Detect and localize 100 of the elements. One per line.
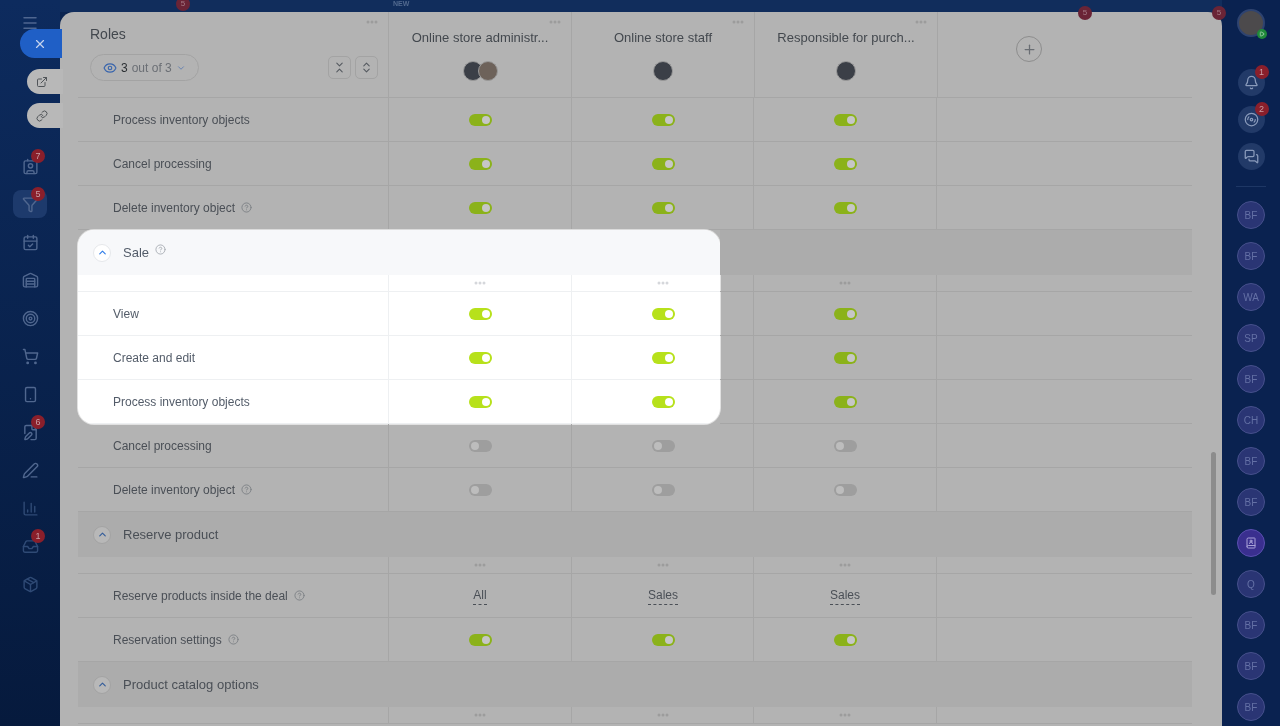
- contact-initials[interactable]: CH: [1237, 406, 1265, 434]
- nav-item[interactable]: 5: [13, 190, 47, 218]
- user-avatar[interactable]: [477, 60, 498, 81]
- package-icon: [21, 575, 39, 593]
- permission-toggle[interactable]: [651, 113, 675, 126]
- play-icon: [1257, 29, 1267, 39]
- contact-button[interactable]: [1237, 529, 1265, 557]
- permission-toggle[interactable]: [833, 351, 857, 364]
- contact-initials[interactable]: BF: [1237, 447, 1265, 475]
- permission-label: Cancel processing: [113, 437, 212, 455]
- more-icon[interactable]: [657, 281, 669, 285]
- permission-label: Reserve products inside the deal: [113, 587, 288, 605]
- help-icon[interactable]: [227, 634, 239, 645]
- permission-toggle[interactable]: [833, 483, 857, 496]
- permission-toggle[interactable]: [651, 633, 675, 646]
- permission-toggle[interactable]: [468, 633, 492, 646]
- menu-icon[interactable]: [21, 14, 39, 32]
- inbox-icon: [21, 537, 39, 555]
- permission-toggle[interactable]: [833, 633, 857, 646]
- contact-initials[interactable]: BF: [1237, 365, 1265, 393]
- copy-link-button[interactable]: [27, 103, 63, 128]
- contact-initials[interactable]: WA: [1237, 283, 1265, 311]
- chat-button[interactable]: [1237, 143, 1265, 170]
- user-avatar[interactable]: [653, 60, 673, 81]
- permission-toggle[interactable]: [651, 157, 675, 170]
- permission-label: Reservation settings: [113, 631, 222, 649]
- user-avatar[interactable]: [836, 60, 856, 81]
- permission-toggle[interactable]: [833, 439, 857, 452]
- document-pen-icon: [21, 423, 39, 441]
- help-icon[interactable]: [241, 202, 253, 213]
- contact-initials[interactable]: BF: [1237, 693, 1265, 721]
- help-icon[interactable]: [241, 484, 253, 495]
- permission-toggle[interactable]: [468, 395, 492, 408]
- nav-item[interactable]: 6: [13, 418, 47, 446]
- contact-initials[interactable]: BF: [1237, 652, 1265, 680]
- contact-initials[interactable]: BF: [1237, 201, 1265, 229]
- link-icon: [36, 109, 48, 122]
- roles-title: Roles: [90, 25, 127, 44]
- permission-toggle[interactable]: [651, 351, 675, 364]
- warehouse-icon: [21, 271, 39, 289]
- expand-all-button[interactable]: [355, 56, 378, 79]
- permission-toggle[interactable]: [833, 201, 857, 214]
- role-name[interactable]: Online store administr...: [411, 28, 549, 48]
- eye-icon: [103, 60, 117, 75]
- section-title: Sale: [123, 243, 150, 262]
- permission-toggle[interactable]: [468, 439, 492, 452]
- count-badge: 2: [1254, 102, 1269, 116]
- contact-initials[interactable]: BF: [1237, 611, 1265, 639]
- activity-button[interactable]: [1237, 106, 1265, 133]
- contact-card-icon: [21, 157, 39, 175]
- contact-initials[interactable]: SP: [1237, 324, 1265, 352]
- contact-initials[interactable]: BF: [1237, 488, 1265, 516]
- count-badge: 5: [31, 187, 45, 201]
- permission-toggle[interactable]: [468, 307, 492, 320]
- collapse-all-button[interactable]: [328, 56, 351, 79]
- notifications-button[interactable]: [1237, 69, 1265, 96]
- count-badge: 6: [31, 415, 45, 429]
- funnel-icon: [21, 195, 39, 213]
- scrollbar[interactable]: [1211, 452, 1216, 595]
- permission-toggle[interactable]: [833, 113, 857, 126]
- count-badge: 1: [31, 529, 45, 543]
- collapse-icon: [333, 61, 346, 74]
- permission-toggle[interactable]: [651, 307, 675, 320]
- role-name[interactable]: Responsible for purch...: [777, 28, 915, 48]
- help-icon[interactable]: [155, 244, 167, 255]
- nav-item[interactable]: 7: [13, 152, 47, 180]
- collapse-button[interactable]: [93, 525, 111, 544]
- open-in-new-window-button[interactable]: [27, 69, 63, 94]
- help-icon[interactable]: [293, 590, 305, 601]
- permission-toggle[interactable]: [651, 439, 675, 452]
- permission-toggle[interactable]: [833, 395, 857, 408]
- permission-label: Cancel processing: [113, 155, 212, 173]
- permission-toggle[interactable]: [468, 201, 492, 214]
- count-badge: 7: [31, 149, 45, 163]
- permission-toggle[interactable]: [833, 307, 857, 320]
- user-avatar[interactable]: [1237, 9, 1265, 37]
- permission-toggle[interactable]: [468, 113, 492, 126]
- swirl-icon: [1243, 112, 1259, 127]
- more-icon[interactable]: [474, 281, 486, 285]
- count-badge: 1: [1254, 65, 1269, 79]
- section-title: Reserve product: [123, 525, 219, 544]
- role-name[interactable]: Online store staff: [613, 28, 712, 48]
- collapse-button[interactable]: [93, 675, 111, 694]
- permission-toggle[interactable]: [468, 483, 492, 496]
- permission-toggle[interactable]: [651, 201, 675, 214]
- contact-initials[interactable]: BF: [1237, 242, 1265, 270]
- calendar-icon: [21, 233, 39, 251]
- permission-toggle[interactable]: [468, 157, 492, 170]
- count-badge: 5: [176, 0, 190, 11]
- access-select[interactable]: Sales: [830, 586, 860, 605]
- close-button[interactable]: [20, 29, 62, 58]
- cart-icon: [21, 347, 39, 365]
- permission-toggle[interactable]: [651, 483, 675, 496]
- permission-toggle[interactable]: [833, 157, 857, 170]
- access-select[interactable]: All: [473, 586, 487, 605]
- access-select[interactable]: Sales: [648, 586, 678, 605]
- nav-item[interactable]: 1: [13, 532, 47, 560]
- permission-label: Create and edit: [113, 349, 196, 367]
- permission-toggle[interactable]: [468, 351, 492, 364]
- permission-toggle[interactable]: [651, 395, 675, 408]
